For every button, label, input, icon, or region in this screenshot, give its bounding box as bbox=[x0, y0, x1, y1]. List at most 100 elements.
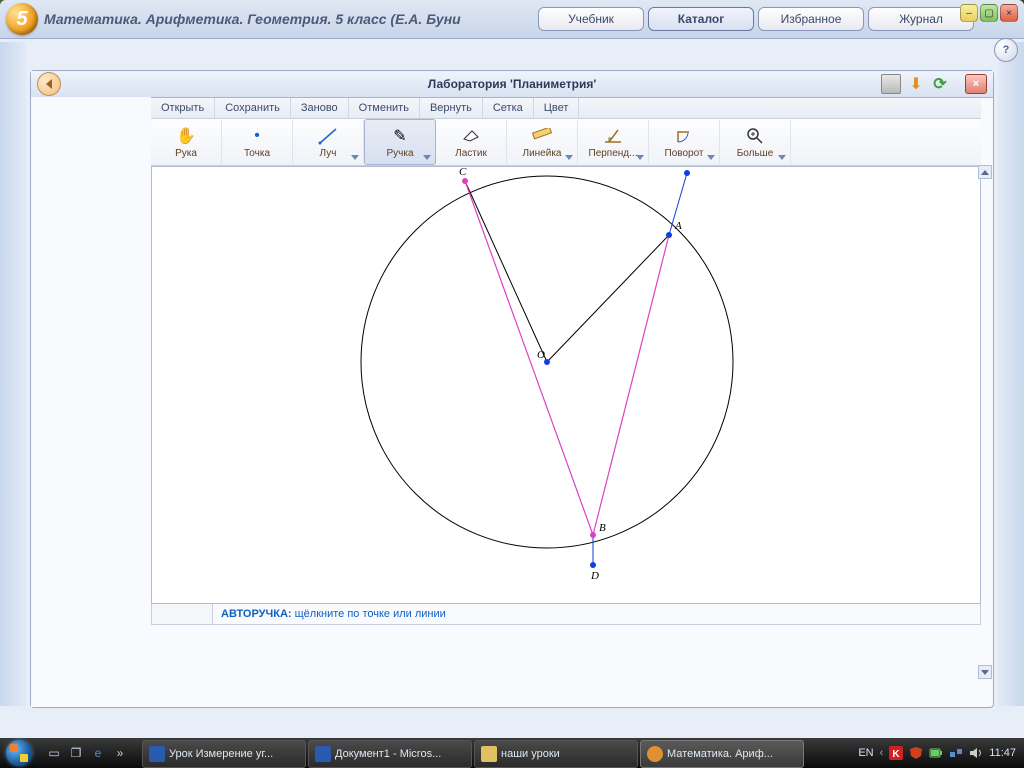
help-button[interactable]: ? bbox=[994, 38, 1018, 62]
eraser-icon bbox=[462, 126, 480, 146]
tray-battery-icon[interactable] bbox=[929, 746, 943, 760]
tool-label: Рука bbox=[175, 148, 197, 159]
app-window: 5 Математика. Арифметика. Геометрия. 5 к… bbox=[0, 0, 1024, 738]
ql-show-desktop-icon[interactable]: ▭ bbox=[44, 743, 64, 763]
drawing-toolbar: ✋ Рука • Точка Луч ✎ Ручка Ластик bbox=[151, 119, 981, 166]
task-button[interactable]: Урок Измерение уг... bbox=[142, 740, 306, 768]
tab-textbook[interactable]: Учебник bbox=[538, 7, 644, 31]
app-icon bbox=[647, 746, 663, 762]
maximize-button[interactable]: ▢ bbox=[980, 4, 998, 22]
content-panel: Лаборатория 'Планиметрия' ⬇ ⟳ × Открыть … bbox=[30, 70, 994, 708]
svg-text:K: K bbox=[893, 749, 901, 760]
lab-title: Лаборатория 'Планиметрия' bbox=[31, 77, 993, 91]
tool-label: Поворот bbox=[665, 148, 704, 159]
windows-logo-icon bbox=[6, 740, 32, 766]
tool-label: Больше bbox=[737, 148, 774, 159]
app-title: Математика. Арифметика. Геометрия. 5 кла… bbox=[44, 11, 461, 27]
tool-hand[interactable]: ✋ Рука bbox=[151, 120, 222, 164]
print-icon[interactable] bbox=[881, 74, 901, 94]
left-gutter bbox=[31, 97, 151, 707]
ray-icon bbox=[318, 126, 338, 146]
status-text: АВТОРУЧКА: щёлкните по точке или линии bbox=[213, 608, 454, 620]
folder-icon bbox=[481, 746, 497, 762]
menu-undo[interactable]: Отменить bbox=[349, 98, 420, 118]
rotate-icon bbox=[675, 126, 693, 146]
tray-chevron-icon[interactable]: ‹ bbox=[880, 747, 884, 759]
tray-network-icon[interactable] bbox=[949, 746, 963, 760]
tool-point[interactable]: • Точка bbox=[222, 120, 293, 164]
svg-text:O: O bbox=[537, 349, 545, 361]
start-button[interactable] bbox=[0, 738, 38, 768]
tray-volume-icon[interactable] bbox=[969, 746, 983, 760]
app-logo-icon: 5 bbox=[6, 3, 38, 35]
top-tabs: Учебник Каталог Избранное Журнал bbox=[538, 7, 1024, 31]
ruler-icon bbox=[532, 126, 552, 146]
task-label: наши уроки bbox=[501, 748, 560, 760]
tool-pen[interactable]: ✎ Ручка bbox=[364, 119, 436, 165]
drawing-canvas[interactable]: OCABD bbox=[151, 166, 981, 604]
svg-text:D: D bbox=[590, 570, 599, 582]
export-icon[interactable]: ⬇ bbox=[907, 75, 925, 93]
back-button[interactable] bbox=[37, 72, 61, 96]
menu-strip: Открыть Сохранить Заново Отменить Вернут… bbox=[151, 98, 981, 119]
tab-favorites[interactable]: Избранное bbox=[758, 7, 864, 31]
task-button[interactable]: наши уроки bbox=[474, 740, 638, 768]
dropdown-icon bbox=[778, 155, 786, 160]
language-indicator[interactable]: EN bbox=[858, 747, 873, 759]
tab-catalog[interactable]: Каталог bbox=[648, 7, 754, 31]
ql-switch-icon[interactable]: ❐ bbox=[66, 743, 86, 763]
menu-grid[interactable]: Сетка bbox=[483, 98, 534, 118]
tool-eraser[interactable]: Ластик bbox=[436, 120, 507, 164]
tool-label: Луч bbox=[320, 148, 337, 159]
left-decor bbox=[0, 42, 26, 706]
tool-rotate[interactable]: Поворот bbox=[649, 120, 720, 164]
point-icon: • bbox=[254, 126, 260, 146]
tray-shield-icon[interactable] bbox=[909, 746, 923, 760]
pen-icon: ✎ bbox=[393, 126, 406, 146]
menu-color[interactable]: Цвет bbox=[534, 98, 580, 118]
menu-redo[interactable]: Вернуть bbox=[420, 98, 483, 118]
tray-kaspersky-icon[interactable]: K bbox=[889, 746, 903, 760]
tool-more[interactable]: Больше bbox=[720, 120, 791, 164]
dropdown-icon bbox=[423, 155, 431, 160]
quick-launch: ▭ ❐ e » bbox=[38, 738, 136, 768]
menu-open[interactable]: Открыть bbox=[151, 98, 215, 118]
clock[interactable]: 11:47 bbox=[989, 747, 1016, 759]
task-buttons: Урок Измерение уг... Документ1 - Micros.… bbox=[142, 740, 804, 766]
refresh-icon[interactable]: ⟳ bbox=[931, 75, 949, 93]
dropdown-icon bbox=[636, 155, 644, 160]
svg-text:B: B bbox=[599, 522, 606, 534]
status-bar: АВТОРУЧКА: щёлкните по точке или линии bbox=[151, 604, 981, 625]
task-label: Математика. Ариф... bbox=[667, 748, 773, 760]
tool-ray[interactable]: Луч bbox=[293, 120, 364, 164]
menu-reset[interactable]: Заново bbox=[291, 98, 349, 118]
tool-label: Перпенд... bbox=[589, 148, 638, 159]
right-decor bbox=[998, 42, 1024, 706]
ql-chevron-icon[interactable]: » bbox=[110, 743, 130, 763]
ql-ie-icon[interactable]: e bbox=[88, 743, 108, 763]
taskbar: ▭ ❐ e » Урок Измерение уг... Документ1 -… bbox=[0, 738, 1024, 768]
tool-label: Ручка bbox=[386, 148, 413, 159]
zoom-icon bbox=[747, 126, 763, 146]
task-button[interactable]: Документ1 - Micros... bbox=[308, 740, 472, 768]
status-gutter bbox=[152, 604, 213, 624]
task-label: Урок Измерение уг... bbox=[169, 748, 273, 760]
scroll-up-button[interactable] bbox=[978, 165, 992, 179]
minimize-button[interactable]: – bbox=[960, 4, 978, 22]
word-icon bbox=[149, 746, 165, 762]
tool-ruler[interactable]: Линейка bbox=[507, 120, 578, 164]
dropdown-icon bbox=[707, 155, 715, 160]
task-label: Документ1 - Micros... bbox=[335, 748, 441, 760]
tool-label: Линейка bbox=[523, 148, 562, 159]
tool-perpendicular[interactable]: Перпенд... bbox=[578, 120, 649, 164]
task-button[interactable]: Математика. Ариф... bbox=[640, 740, 804, 768]
tool-label: Точка bbox=[244, 148, 270, 159]
word-icon bbox=[315, 746, 331, 762]
perpendicular-icon bbox=[604, 126, 622, 146]
close-button[interactable]: × bbox=[1000, 4, 1018, 22]
menu-save[interactable]: Сохранить bbox=[215, 98, 291, 118]
close-panel-button[interactable]: × bbox=[965, 74, 987, 94]
tab-journal[interactable]: Журнал bbox=[868, 7, 974, 31]
titlebar: 5 Математика. Арифметика. Геометрия. 5 к… bbox=[0, 0, 1024, 39]
scroll-down-button[interactable] bbox=[978, 665, 992, 679]
